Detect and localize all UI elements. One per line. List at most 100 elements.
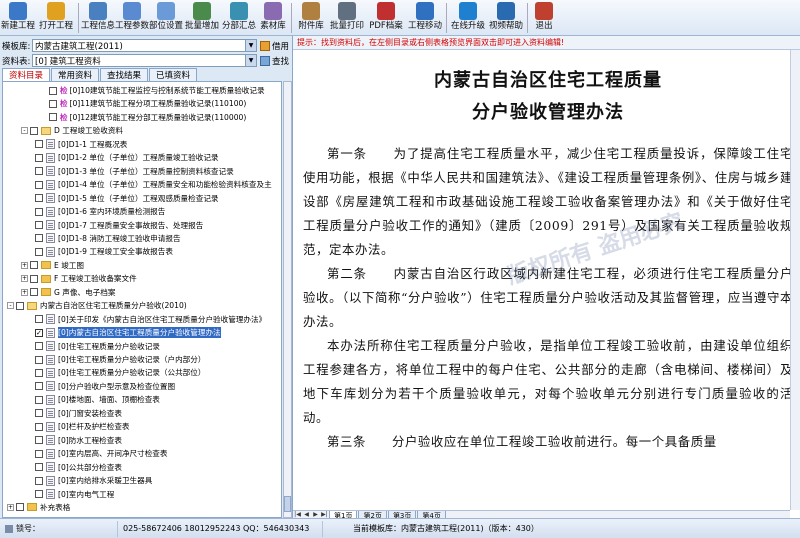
tree-item[interactable]: [0]室内给排水采暖卫生器具 (35, 474, 152, 487)
tree-item[interactable]: [0]分户验收户型示意及检查位置图 (35, 380, 175, 393)
new-project-button[interactable]: 新建工程 (0, 0, 36, 36)
tree-checkbox[interactable] (35, 382, 43, 391)
pdf-button[interactable]: PDF档案 (366, 0, 406, 36)
tree-checkbox[interactable] (35, 140, 43, 149)
tree-checkbox[interactable] (35, 409, 43, 418)
tree-item[interactable]: [0]室内电气工程 (35, 488, 114, 501)
toolbar-separator (78, 3, 79, 33)
video-help-button[interactable]: 视频帮助 (487, 0, 525, 36)
expand-icon[interactable]: + (21, 261, 28, 269)
tree-checkbox[interactable] (49, 86, 57, 95)
tree-checkbox[interactable] (35, 234, 43, 243)
tree-checkbox[interactable] (35, 247, 43, 256)
document-preview[interactable]: 内蒙古自治区住宅工程质量 分户验收管理办法 第一条 为了提高住宅工程质量水平，减… (303, 56, 793, 511)
tree-item[interactable]: [0]防水工程检查表 (35, 434, 122, 447)
tree-item[interactable]: [0]D1-9 工程竣工安全事故报告表 (35, 245, 173, 258)
batch-add-button[interactable]: 批量增加 (183, 0, 221, 36)
tree-checkbox[interactable] (35, 476, 43, 485)
tree-item[interactable]: [0]公共部分检查表 (35, 461, 122, 474)
tree-item[interactable]: [0]住宅工程质量分户验收记录（公共部位） (35, 366, 205, 379)
tree-item[interactable]: [0]D1-4 单位（子单位）工程质量安全和功能检验资料核查及主 (35, 178, 272, 191)
tree-checkbox[interactable] (16, 301, 24, 310)
project-params-button[interactable]: 工程参数 (115, 0, 149, 36)
project-info-button[interactable]: 工程信息 (81, 0, 115, 36)
tree-item[interactable]: [0]D1-2 单位（子单位）工程质量竣工验收记录 (35, 151, 219, 164)
tree-item[interactable]: [0]D1-1 工程概况表 (35, 138, 127, 151)
tree-item[interactable]: + E 竣工图 (21, 259, 84, 272)
library-select[interactable]: [0] 建筑工程资料 ▼ (32, 54, 257, 67)
tree-item[interactable]: - 内蒙古自治区住宅工程质量分户验收(2010) (7, 299, 187, 312)
tree-scroll-thumb[interactable] (284, 496, 291, 512)
tree-checkbox[interactable] (35, 153, 43, 162)
tree-checkbox[interactable] (35, 180, 43, 189)
tree-item[interactable]: [0]D1-5 单位（子单位）工程观感质量检查记录 (35, 192, 219, 205)
tree-item[interactable]: + F 工程竣工验收备案文件 (21, 272, 137, 285)
tab-filled[interactable]: 已填资料 (149, 68, 198, 81)
tree-item[interactable]: + G 声像、电子档案 (21, 286, 115, 299)
tree-item[interactable]: [0]门窗安装检查表 (35, 407, 122, 420)
tree-checkbox[interactable] (35, 194, 43, 203)
template-select[interactable]: 内蒙古建筑工程(2011) ▼ (32, 39, 257, 52)
tree-item[interactable]: [0]D1-8 消防工程竣工验收申请报告 (35, 232, 181, 245)
tree-item[interactable]: [0]住宅工程质量分户验收记录 (35, 340, 160, 353)
tree-checkbox[interactable]: ✓ (35, 328, 43, 337)
collapse-icon[interactable]: - (21, 127, 28, 135)
search-button[interactable]: 查找 (260, 55, 289, 67)
tab-catalog[interactable]: 资料目录 (2, 68, 51, 81)
batch-print-button[interactable]: 批量打印 (328, 0, 366, 36)
tree-checkbox[interactable] (16, 503, 24, 512)
tree-item[interactable]: [0]D1-3 单位（子单位）工程质量控制资料核查记录 (35, 165, 234, 178)
tree-checkbox[interactable] (35, 395, 43, 404)
preview-scrollbar[interactable] (790, 50, 800, 510)
tree-item[interactable]: 检 [0]11建筑节能工程分项工程质量验收记录(110100) (49, 97, 246, 110)
tree-item[interactable]: + 补充表格 (7, 501, 70, 514)
tree-checkbox[interactable] (30, 288, 38, 297)
tree-item[interactable]: [0]楼地面、墙面、顶棚检查表 (35, 393, 160, 406)
tree-checkbox[interactable] (30, 126, 38, 135)
tree-item[interactable]: [0]D1-6 室内环境质量检测报告 (35, 205, 165, 218)
tree-checkbox[interactable] (35, 490, 43, 498)
tree-item[interactable]: 检 [0]10建筑节能工程监控与控制系统节能工程质量验收记录 (49, 84, 265, 97)
tree-checkbox[interactable] (35, 167, 43, 176)
tree-checkbox[interactable] (35, 207, 43, 216)
tree-checkbox[interactable] (35, 463, 43, 472)
location-settings-button[interactable]: 部位设置 (149, 0, 183, 36)
tree-checkbox[interactable] (35, 221, 43, 229)
tree-checkbox[interactable] (35, 368, 43, 377)
tree-checkbox[interactable] (35, 422, 43, 431)
tree-checkbox[interactable] (49, 113, 57, 122)
tree-scrollbar[interactable] (283, 81, 292, 518)
expand-icon[interactable]: + (21, 288, 28, 296)
tree-checkbox[interactable] (30, 274, 38, 283)
move-project-button[interactable]: 工程移动 (406, 0, 444, 36)
attachment-library-button[interactable]: 附件库 (294, 0, 328, 36)
tree-checkbox[interactable] (35, 449, 43, 458)
exit-button[interactable]: 退出 (530, 0, 558, 36)
tree-item[interactable]: - D 工程竣工验收资料 (21, 124, 123, 137)
chevron-down-icon[interactable]: ▼ (245, 40, 256, 51)
chevron-down-icon[interactable]: ▼ (245, 55, 256, 66)
tree-item[interactable]: [0]住宅工程质量分户验收记录（户内部分） (35, 353, 205, 366)
tree-item[interactable]: 检 [0]12建筑节能工程分部工程质量验收记录(110000) (49, 111, 246, 124)
tree-item[interactable]: [0]关于印发《内蒙古自治区住宅工程质量分户验收管理办法》 (35, 313, 266, 326)
tree-checkbox[interactable] (35, 315, 43, 324)
borrow-button[interactable]: 借用 (260, 40, 289, 52)
summary-button[interactable]: 分部汇总 (221, 0, 257, 36)
online-upgrade-button[interactable]: 在线升级 (449, 0, 487, 36)
expand-icon[interactable]: + (21, 275, 28, 283)
tree-checkbox[interactable] (35, 342, 43, 351)
tree-item[interactable]: [0]栏杆及护栏检查表 (35, 420, 130, 433)
tab-search-results[interactable]: 查找结果 (100, 68, 149, 81)
open-project-button[interactable]: 打开工程 (36, 0, 76, 36)
tree-checkbox[interactable] (30, 261, 38, 270)
collapse-icon[interactable]: - (7, 302, 14, 310)
tree-checkbox[interactable] (49, 99, 57, 108)
tree-item[interactable]: ✓ [0]内蒙古自治区住宅工程质量分户验收管理办法 (35, 326, 221, 339)
tab-common[interactable]: 常用资料 (51, 68, 100, 81)
material-library-button[interactable]: 素材库 (257, 0, 289, 36)
tree-item[interactable]: [0]室内层高、开间净尺寸检查表 (35, 447, 167, 460)
tree-checkbox[interactable] (35, 355, 43, 364)
tree-checkbox[interactable] (35, 436, 43, 445)
tree-item[interactable]: [0]D1-7 工程质量安全事故报告、处理报告 (35, 219, 203, 232)
expand-icon[interactable]: + (7, 503, 14, 511)
